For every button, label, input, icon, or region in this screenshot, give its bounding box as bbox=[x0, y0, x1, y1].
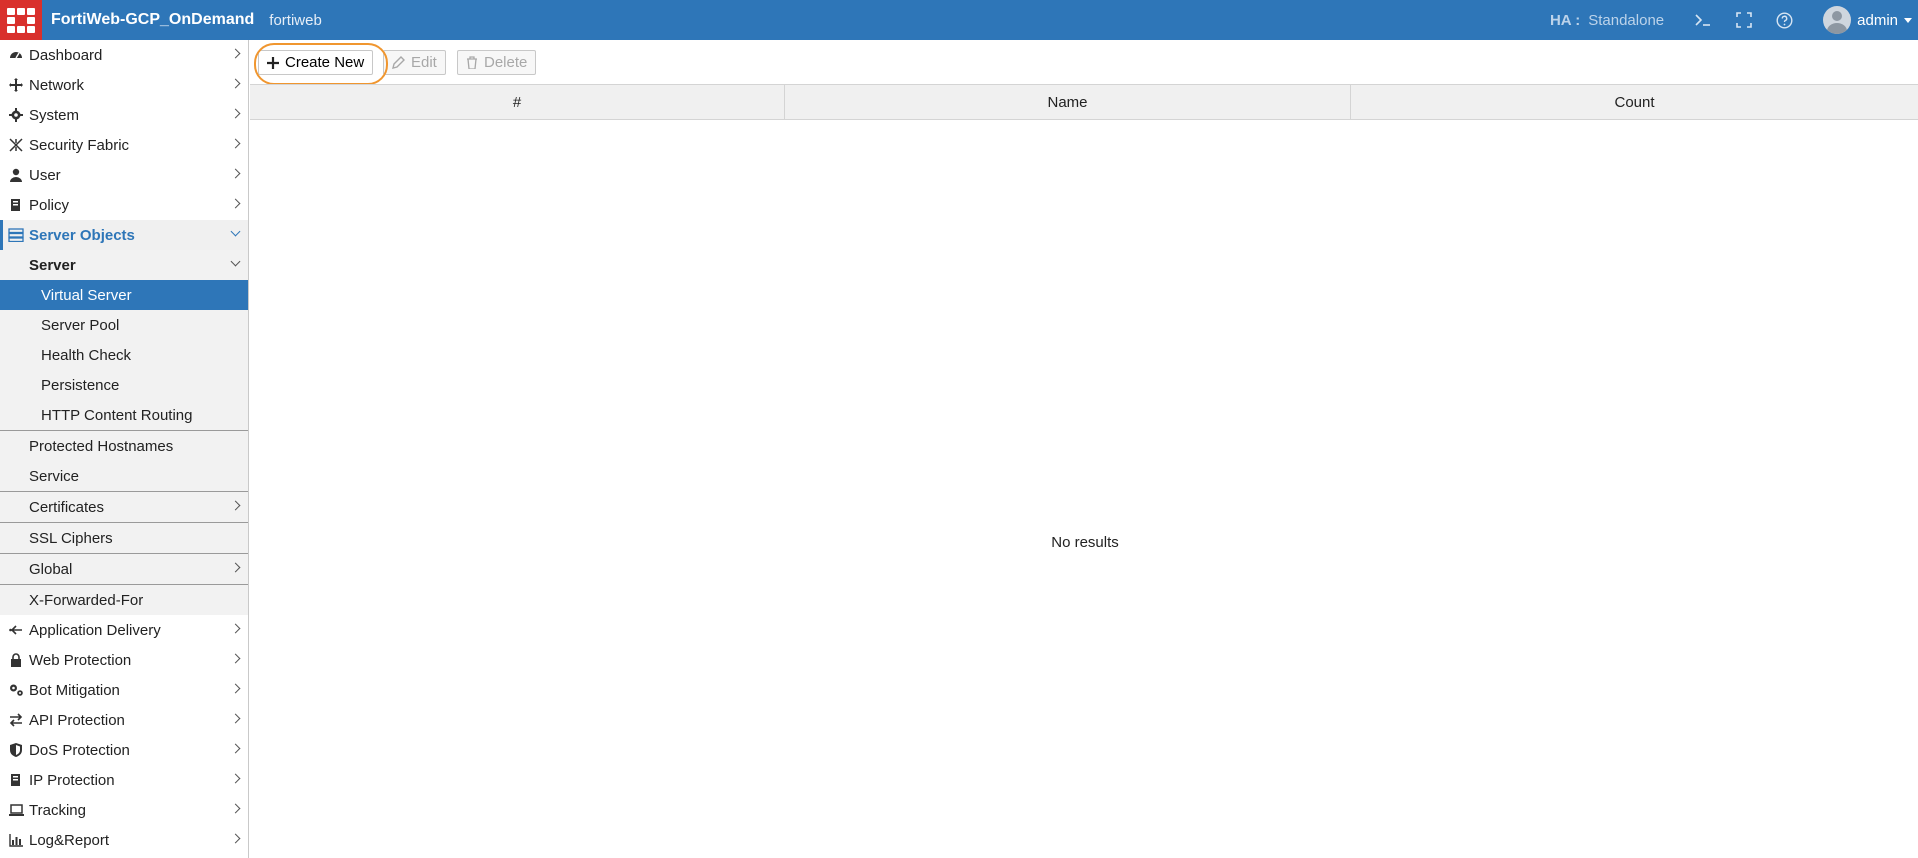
delete-button[interactable]: Delete bbox=[457, 50, 537, 75]
lock-icon bbox=[8, 653, 24, 667]
sidebar-item-certificates[interactable]: Certificates bbox=[0, 491, 248, 522]
sidebar-item-http-content-routing[interactable]: HTTP Content Routing bbox=[0, 400, 248, 430]
sidebar-item-server-objects[interactable]: Server Objects bbox=[0, 220, 248, 250]
dashboard-icon bbox=[8, 48, 24, 62]
toolbar: Create New Edit Delete bbox=[250, 40, 1918, 84]
user-icon bbox=[8, 168, 24, 182]
app-title: FortiWeb-GCP_OnDemand bbox=[51, 11, 255, 28]
create-new-highlight bbox=[254, 43, 388, 85]
sidebar-item-policy[interactable]: Policy bbox=[0, 190, 248, 220]
sidebar-item-tracking[interactable]: Tracking bbox=[0, 795, 248, 825]
shield-icon bbox=[8, 743, 24, 757]
edit-button[interactable]: Edit bbox=[383, 50, 446, 75]
policy-icon bbox=[8, 198, 24, 212]
avatar[interactable] bbox=[1823, 6, 1852, 34]
bar-chart-icon bbox=[8, 833, 24, 847]
empty-table-message: No results bbox=[1051, 534, 1119, 551]
sidebar-item-api-protection[interactable]: API Protection bbox=[0, 705, 248, 735]
sidebar-item-persistence[interactable]: Persistence bbox=[0, 370, 248, 400]
sidebar-item-dos-protection[interactable]: DoS Protection bbox=[0, 735, 248, 765]
sidebar-item-log-report[interactable]: Log&Report bbox=[0, 825, 248, 855]
server-objects-icon bbox=[8, 228, 24, 242]
sidebar-item-dashboard[interactable]: Dashboard bbox=[0, 40, 248, 70]
ha-label: HA : bbox=[1549, 11, 1581, 29]
sidebar-item-ssl-ciphers[interactable]: SSL Ciphers bbox=[0, 522, 248, 553]
column-header-number[interactable]: # bbox=[250, 85, 785, 119]
ha-status: Standalone bbox=[1588, 11, 1665, 29]
fullscreen-icon[interactable] bbox=[1736, 12, 1752, 28]
cli-console-icon[interactable] bbox=[1694, 13, 1712, 27]
sidebar-item-bot-mitigation[interactable]: Bot Mitigation bbox=[0, 675, 248, 705]
sidebar-item-user[interactable]: User bbox=[0, 160, 248, 190]
pencil-icon bbox=[392, 56, 405, 69]
sidebar-item-server[interactable]: Server bbox=[0, 250, 248, 280]
sidebar-item-global[interactable]: Global bbox=[0, 553, 248, 584]
application-delivery-icon bbox=[8, 623, 24, 637]
trash-icon bbox=[466, 56, 478, 69]
sidebar-item-application-delivery[interactable]: Application Delivery bbox=[0, 615, 248, 645]
sidebar-item-network[interactable]: Network bbox=[0, 70, 248, 100]
api-protection-icon bbox=[8, 713, 24, 727]
ip-protection-icon bbox=[8, 773, 24, 787]
gear-icon bbox=[8, 108, 24, 122]
sidebar-item-security-fabric[interactable]: Security Fabric bbox=[0, 130, 248, 160]
bot-mitigation-icon bbox=[8, 683, 24, 697]
sidebar: Dashboard Network System Security Fabric… bbox=[0, 40, 249, 858]
sidebar-item-service[interactable]: Service bbox=[0, 461, 248, 491]
network-icon bbox=[8, 78, 24, 92]
fortinet-logo-icon[interactable] bbox=[0, 0, 42, 40]
sidebar-item-system[interactable]: System bbox=[0, 100, 248, 130]
security-fabric-icon bbox=[8, 138, 24, 152]
sidebar-item-server-pool[interactable]: Server Pool bbox=[0, 310, 248, 340]
top-bar: FortiWeb-GCP_OnDemand fortiweb HA : Stan… bbox=[0, 0, 1918, 40]
column-header-count[interactable]: Count bbox=[1351, 85, 1918, 119]
sidebar-item-health-check[interactable]: Health Check bbox=[0, 340, 248, 370]
sidebar-item-x-forwarded-for[interactable]: X-Forwarded-For bbox=[0, 584, 248, 615]
user-menu[interactable]: admin bbox=[1857, 12, 1898, 29]
sidebar-item-protected-hostnames[interactable]: Protected Hostnames bbox=[0, 430, 248, 461]
table-header: # Name Count bbox=[250, 84, 1918, 120]
help-icon[interactable] bbox=[1776, 11, 1793, 29]
hostname: fortiweb bbox=[269, 11, 322, 29]
sidebar-item-ip-protection[interactable]: IP Protection bbox=[0, 765, 248, 795]
column-header-name[interactable]: Name bbox=[785, 85, 1351, 119]
laptop-icon bbox=[8, 804, 24, 816]
sidebar-item-virtual-server[interactable]: Virtual Server bbox=[0, 280, 248, 310]
sidebar-item-web-protection[interactable]: Web Protection bbox=[0, 645, 248, 675]
chevron-down-icon[interactable] bbox=[1904, 17, 1912, 23]
